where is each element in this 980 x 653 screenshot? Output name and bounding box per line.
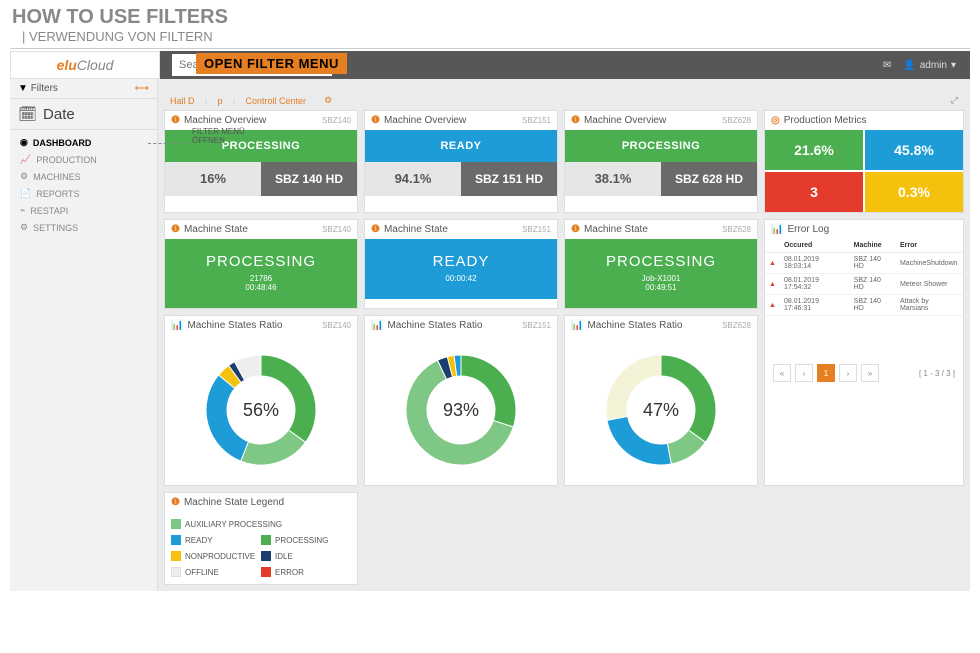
nav-machines[interactable]: ⚙MACHINES <box>10 168 157 185</box>
nav-dashboard[interactable]: ◉DASHBOARD <box>10 134 157 151</box>
metric-cell: 3 <box>765 172 863 212</box>
legend-item: PROCESSING <box>261 532 351 548</box>
machine-overview-panel: ❶Machine OverviewSBZ628 PROCESSING 38.1%… <box>564 110 758 213</box>
metric-cell: 45.8% <box>865 130 963 170</box>
metric-cell: 0.3% <box>865 172 963 212</box>
pager-next[interactable]: › <box>839 364 857 382</box>
nav-production[interactable]: 📈PRODUCTION <box>10 151 157 168</box>
error-log-panel: 📊Error Log Occured Machine Error ▲08.01.… <box>764 219 964 486</box>
table-row[interactable]: ▲08.01.2019 17:54:32SBZ 140 HDMeteor Sho… <box>765 274 963 295</box>
content-area: Hall D › p › Controll Center ⚙ ⤢ ❶Machin… <box>158 79 970 591</box>
donut-chart: 47% <box>565 335 757 485</box>
nav-settings[interactable]: ⚙SETTINGS <box>10 219 157 236</box>
pager: « ‹ 1 › » [ 1 - 3 / 3 ] <box>765 356 963 390</box>
machine-ratio-panel: 📊Machine States RatioSBZ140 56% <box>164 315 358 486</box>
overview-pct: 16% <box>165 162 261 196</box>
overview-pct: 94.1% <box>365 162 461 196</box>
info-icon: ❶ <box>171 115 180 126</box>
breadcrumb: Hall D › p › Controll Center ⚙ ⤢ <box>164 85 964 110</box>
info-icon: ❶ <box>571 115 580 126</box>
breadcrumb-item[interactable]: Controll Center <box>246 96 307 106</box>
nav-reports[interactable]: 📄REPORTS <box>10 185 157 202</box>
metric-cell: 21.6% <box>765 130 863 170</box>
machine-state-panel: ❶Machine StateSBZ151 READY00:00:42 <box>364 219 558 309</box>
user-menu[interactable]: 👤 admin ▾ <box>903 60 956 71</box>
legend-item: AUXILIARY PROCESSING <box>171 516 351 532</box>
filter-menu-caption: FILTER MENÜ ÖFFNEN <box>192 128 245 146</box>
legend-panel: ❶Machine State Legend AUXILIARY PROCESSI… <box>164 492 358 585</box>
expand-icon[interactable]: ⤢ <box>951 95 958 106</box>
info-icon: ❶ <box>571 224 580 235</box>
target-icon: ◎ <box>771 115 780 126</box>
filter-icon: ▼ <box>18 83 28 94</box>
legend-item: ERROR <box>261 564 351 580</box>
overview-machine: SBZ 140 HD <box>261 162 357 196</box>
machine-ratio-panel: 📊Machine States RatioSBZ628 47% <box>564 315 758 486</box>
user-icon: 👤 <box>903 60 915 71</box>
warning-icon: ▲ <box>765 274 780 295</box>
nav: ◉DASHBOARD 📈PRODUCTION ⚙MACHINES 📄REPORT… <box>10 130 157 240</box>
status-badge: READY <box>365 130 557 162</box>
error-log-table: Occured Machine Error ▲08.01.2019 18:03:… <box>765 239 963 316</box>
nav-restapi[interactable]: ⌁RESTAPI <box>10 202 157 219</box>
chart-icon: 📊 <box>571 320 583 331</box>
callout-arrow <box>148 143 188 144</box>
breadcrumb-item[interactable]: Hall D <box>170 96 195 106</box>
sidebar: ▼ Filters ⟷ 🗓 Date ◉DASHBOARD 📈PRODUCTIO… <box>10 79 158 591</box>
slider-icon[interactable]: ⟷ <box>135 83 149 94</box>
warning-icon: ▲ <box>765 295 780 316</box>
pager-page[interactable]: 1 <box>817 364 835 382</box>
pager-first[interactable]: « <box>773 364 791 382</box>
calendar-icon: 🗓 <box>18 105 37 123</box>
chevron-down-icon: ▾ <box>951 60 956 71</box>
page-subtitle: | VERWENDUNG VON FILTERN <box>10 29 970 49</box>
donut-chart: 56% <box>165 335 357 485</box>
open-filter-menu-badge[interactable]: OPEN FILTER MENU <box>196 53 347 74</box>
chart-icon: 📊 <box>771 224 783 235</box>
table-row[interactable]: ▲08.01.2019 17:46:31SBZ 140 HDAttack by … <box>765 295 963 316</box>
info-icon: ❶ <box>371 224 380 235</box>
warning-icon: ▲ <box>765 253 780 274</box>
doc-icon: 📄 <box>20 188 31 199</box>
pager-prev[interactable]: ‹ <box>795 364 813 382</box>
topbar: eluCloud OPEN FILTER MENU ✉ 👤 admin ▾ <box>10 51 970 79</box>
machine-overview-panel: ❶Machine OverviewSBZ151 READY 94.1%SBZ 1… <box>364 110 558 213</box>
overview-pct: 38.1% <box>565 162 661 196</box>
logo: eluCloud <box>10 51 160 79</box>
pager-last[interactable]: » <box>861 364 879 382</box>
info-icon: ❶ <box>171 497 180 508</box>
dashboard-icon: ◉ <box>20 137 28 148</box>
date-picker[interactable]: 🗓 Date <box>10 99 157 130</box>
production-metrics-panel: ◎Production Metrics 21.6% 45.8% 3 0.3% <box>764 110 964 213</box>
messages-icon[interactable]: ✉ <box>883 60 891 71</box>
legend-item: IDLE <box>261 548 351 564</box>
api-icon: ⌁ <box>20 205 25 216</box>
info-icon: ❶ <box>371 115 380 126</box>
pager-info: [ 1 - 3 / 3 ] <box>919 369 955 378</box>
overview-machine: SBZ 151 HD <box>461 162 557 196</box>
donut-chart: 93% <box>365 335 557 485</box>
gear-icon: ⚙ <box>20 171 28 182</box>
legend-item: READY <box>171 532 261 548</box>
legend-item: OFFLINE <box>171 564 261 580</box>
overview-machine: SBZ 628 HD <box>661 162 757 196</box>
chart-icon: 📈 <box>20 154 31 165</box>
machine-state-panel: ❶Machine StateSBZ628 PROCESSINGJob-X1001… <box>564 219 758 309</box>
table-row[interactable]: ▲08.01.2019 18:03:14SBZ 140 HDMachineShu… <box>765 253 963 274</box>
machine-overview-panel: ❶Machine OverviewSBZ140 PROCESSING 16%SB… <box>164 110 358 213</box>
chart-icon: 📊 <box>171 320 183 331</box>
status-badge: PROCESSING <box>565 130 757 162</box>
page-title: HOW TO USE FILTERS <box>0 0 980 29</box>
gear-icon[interactable]: ⚙ <box>324 95 332 106</box>
filters-toggle[interactable]: ▼ Filters ⟷ <box>10 79 157 99</box>
machine-state-panel: ❶Machine StateSBZ140 PROCESSING2178600:4… <box>164 219 358 309</box>
legend-item: NONPRODUCTIVE <box>171 548 261 564</box>
breadcrumb-item[interactable]: p <box>218 96 223 106</box>
chart-icon: 📊 <box>371 320 383 331</box>
gear-icon: ⚙ <box>20 222 28 233</box>
machine-ratio-panel: 📊Machine States RatioSBZ151 93% <box>364 315 558 486</box>
info-icon: ❶ <box>171 224 180 235</box>
